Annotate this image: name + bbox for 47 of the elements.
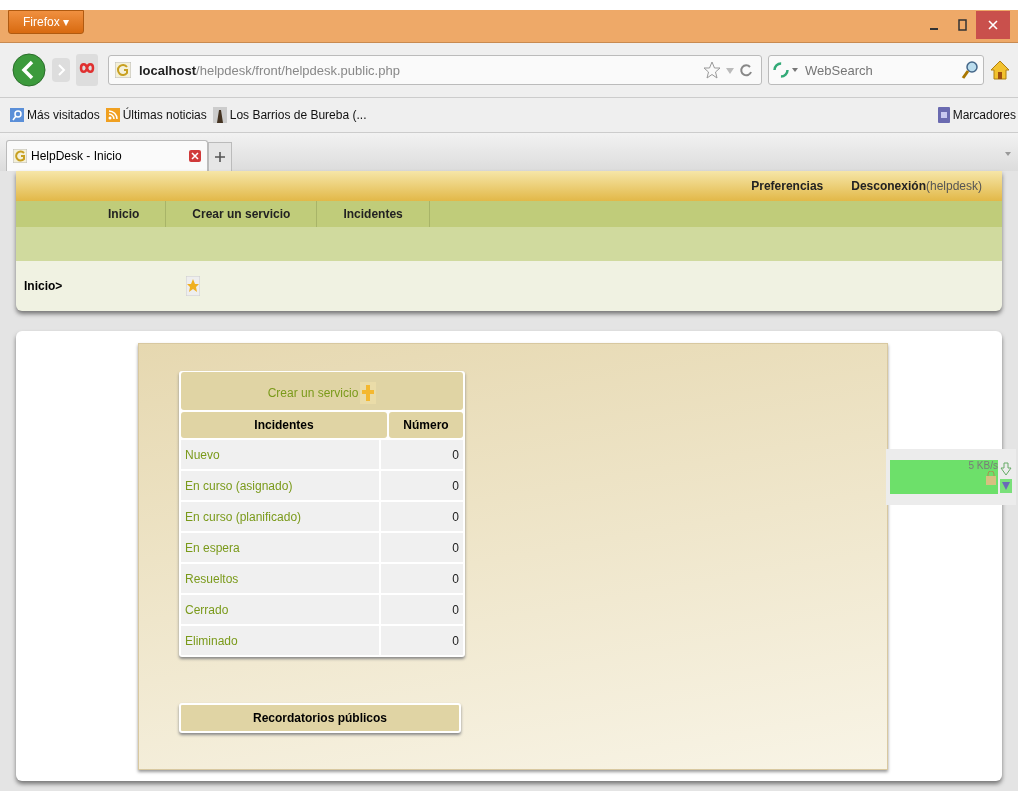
- browser-tab[interactable]: HelpDesk - Inicio: [6, 140, 208, 171]
- magnifier-icon: [10, 108, 24, 122]
- close-tab-icon[interactable]: [189, 150, 201, 162]
- column-header: Incidentes: [181, 412, 387, 438]
- home-icon[interactable]: [990, 60, 1010, 80]
- book-icon: [937, 107, 950, 123]
- infinity-icon[interactable]: [76, 54, 98, 86]
- bookmark-item[interactable]: Últimas noticias: [105, 108, 207, 122]
- lock-icon: [984, 471, 998, 485]
- close-icon: [988, 20, 998, 30]
- table-cell: 0: [381, 595, 463, 624]
- site-icon: [115, 62, 131, 78]
- breadcrumb[interactable]: Inicio>: [24, 279, 63, 293]
- bookmark-item[interactable]: Más visitados: [10, 108, 100, 122]
- star-icon[interactable]: [186, 276, 201, 296]
- new-tab-button[interactable]: [208, 142, 232, 171]
- caret-icon[interactable]: [1000, 478, 1012, 493]
- header-link[interactable]: Desconexión(helpdesk): [851, 179, 982, 193]
- bookmark-item[interactable]: Los Barrios de Bureba (...: [212, 107, 367, 123]
- tab-list-icon[interactable]: [1004, 151, 1012, 157]
- bookmark-star-icon[interactable]: [703, 61, 755, 79]
- search-icon[interactable]: [961, 60, 979, 80]
- column-header: Número: [389, 412, 463, 438]
- address-bar[interactable]: localhost/helpdesk/front/helpdesk.public.php: [108, 55, 762, 85]
- table-cell: 0: [381, 564, 463, 593]
- tower-icon: [212, 107, 227, 123]
- table-cell: 0: [381, 502, 463, 531]
- search-bar[interactable]: WebSearch: [768, 55, 984, 85]
- download-icon[interactable]: [1000, 461, 1012, 476]
- table-cell: 0: [381, 626, 463, 655]
- table-cell: 0: [381, 471, 463, 500]
- search-field[interactable]: WebSearch: [803, 61, 959, 79]
- reminders-header: Recordatorios públicos: [179, 703, 461, 733]
- speed-reading: 5 KB/s: [968, 460, 998, 471]
- close-button[interactable]: [976, 11, 1010, 39]
- minimize-icon: [930, 28, 938, 30]
- restore-icon: [957, 19, 967, 31]
- bookmarks-menu-button[interactable]: Marcadores: [937, 107, 1016, 123]
- url-text: localhost/helpdesk/front/helpdesk.public.php: [139, 62, 401, 78]
- plus-icon: [215, 152, 225, 162]
- table-cell: 0: [381, 440, 463, 469]
- back-button[interactable]: [12, 53, 46, 87]
- table-cell: 0: [381, 533, 463, 562]
- feed-icon: [105, 108, 120, 122]
- search-engine-icon[interactable]: [773, 61, 801, 79]
- site-icon: [13, 149, 27, 163]
- header-link[interactable]: Preferencias: [751, 179, 824, 193]
